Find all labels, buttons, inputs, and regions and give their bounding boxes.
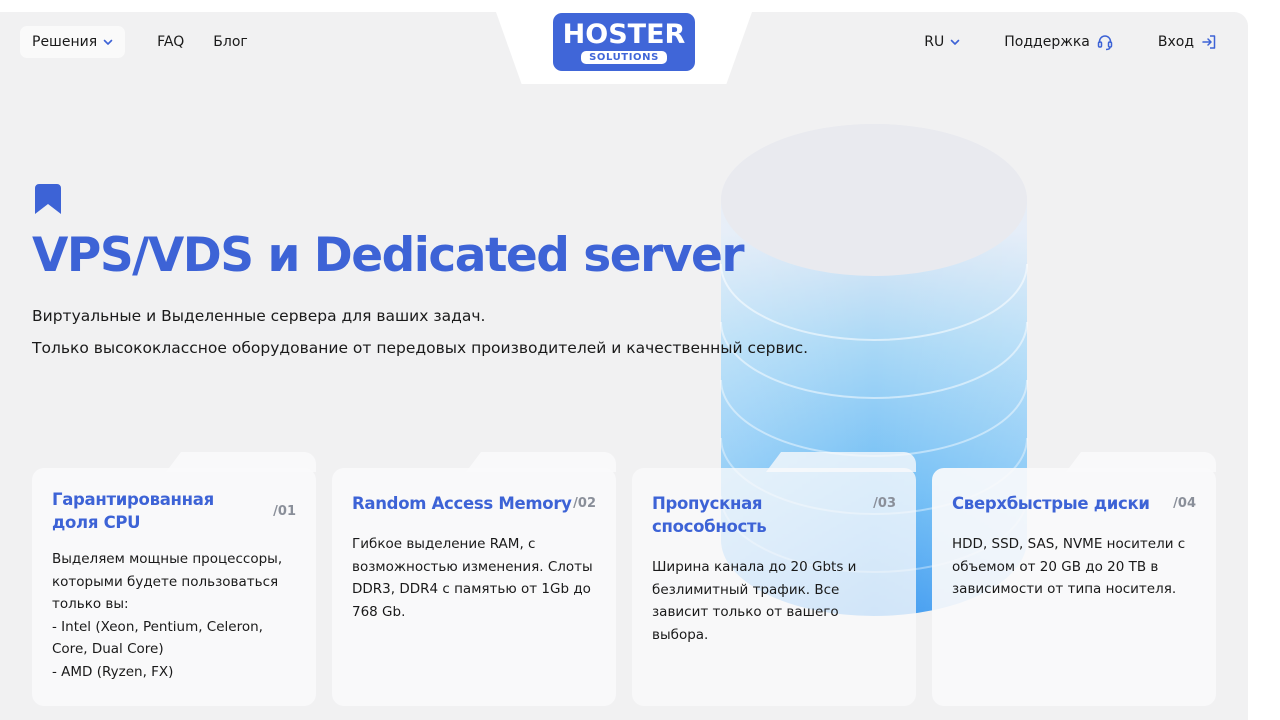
solutions-dropdown-button[interactable]: Решения [20, 26, 126, 58]
logo-text: HOSTER [562, 18, 686, 50]
bookmark-icon [35, 184, 61, 214]
card-title: Random Access Memory [352, 494, 572, 513]
card-text-line: Гибкое выделение RAM, с возможностью изм… [352, 536, 593, 620]
card-number: /04 [1173, 496, 1196, 511]
chevron-down-icon [950, 39, 960, 45]
card-text: HDD, SSD, SAS, NVME носители с объемом о… [952, 533, 1196, 601]
card-text-line: - Intel (Xeon, Pentium, Celeron, Core, D… [52, 618, 263, 658]
card-text: Ширина канала до 20 Gbts и безлимитный т… [652, 556, 896, 646]
hero-subtitle-2: Только высококлассное оборудование от пе… [32, 339, 809, 357]
solutions-label: Решения [32, 34, 98, 50]
card-number: /02 [573, 496, 596, 511]
feature-card-disks: Сверхбыстрые диски /04 HDD, SSD, SAS, NV… [932, 452, 1216, 706]
login-link[interactable]: Вход [1158, 33, 1218, 51]
card-text: Гибкое выделение RAM, с возможностью изм… [352, 533, 596, 623]
logo-subtext: SOLUTIONS [581, 50, 667, 64]
feature-card-cpu: Гарантированная доля CPU /01 Выделяем мо… [32, 452, 316, 706]
hero-subtitle-1: Виртуальные и Выделенные сервера для ваш… [32, 307, 486, 325]
support-link[interactable]: Поддержка [1004, 33, 1114, 51]
support-label: Поддержка [1004, 34, 1090, 50]
card-text-line: HDD, SSD, SAS, NVME носители с объемом о… [952, 536, 1186, 597]
card-text-line: Ширина канала до 20 Gbts и безлимитный т… [652, 559, 857, 643]
card-title: Сверхбыстрые диски [952, 494, 1150, 513]
card-number: /03 [873, 496, 896, 511]
page-title: VPS/VDS и Dedicated server [32, 228, 745, 283]
card-title: Пропускная способность [652, 494, 767, 536]
language-selector[interactable]: RU [924, 34, 960, 50]
card-text-line: - AMD (Ryzen, FX) [52, 663, 174, 680]
card-tab [1066, 452, 1216, 472]
headset-icon [1097, 35, 1113, 51]
login-icon [1202, 35, 1216, 49]
card-tab [466, 452, 616, 472]
card-text: Выделяем мощные процессоры, которыми буд… [52, 548, 296, 683]
card-text-line: Выделяем мощные процессоры, которыми буд… [52, 551, 283, 612]
card-number: /01 [273, 504, 296, 519]
feature-card-ram: Random Access Memory /02 Гибкое выделени… [332, 452, 616, 706]
card-title: Гарантированная доля CPU [52, 490, 214, 532]
header-nav-right: RU Поддержка Вход [924, 24, 1218, 60]
chevron-down-icon [103, 39, 113, 45]
blog-link[interactable]: Блог [213, 34, 247, 50]
feature-card-bandwidth: Пропускная способность /03 Ширина канала… [632, 452, 916, 706]
card-tab [766, 452, 916, 472]
faq-link[interactable]: FAQ [157, 34, 184, 50]
header-nav-left: Решения FAQ Блог [20, 24, 248, 60]
hoster-logo[interactable]: HOSTER SOLUTIONS [553, 13, 695, 71]
language-label: RU [924, 34, 945, 50]
card-tab [166, 452, 316, 472]
login-label: Вход [1157, 34, 1194, 50]
